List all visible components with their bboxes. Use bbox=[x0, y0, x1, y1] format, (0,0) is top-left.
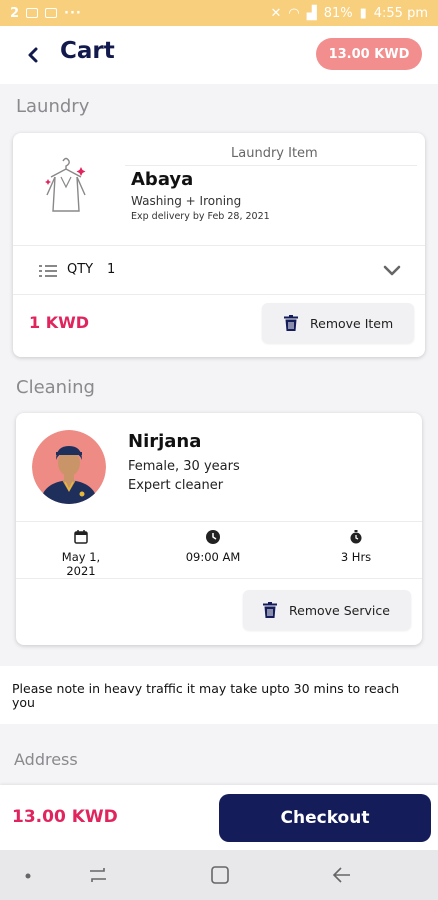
list-icon bbox=[39, 265, 57, 277]
laundry-section-title: Laundry bbox=[16, 96, 90, 117]
remove-item-button[interactable]: Remove Item bbox=[262, 303, 414, 343]
divider bbox=[125, 165, 417, 166]
clock-icon bbox=[206, 530, 220, 544]
address-section-title: Address bbox=[14, 750, 78, 769]
item-type-label: Laundry Item bbox=[231, 146, 318, 161]
schedule-time: 09:00 AM bbox=[178, 530, 248, 564]
footer-total: 13.00 KWD bbox=[12, 807, 118, 827]
trash-icon bbox=[263, 602, 277, 618]
stopwatch-icon bbox=[350, 530, 362, 544]
qty-value: 1 bbox=[107, 262, 116, 277]
item-name: Abaya bbox=[131, 169, 194, 190]
nav-dot-icon[interactable] bbox=[24, 872, 32, 880]
notification-count: 2 bbox=[10, 5, 20, 21]
trash-icon bbox=[284, 315, 298, 331]
calendar-icon bbox=[74, 530, 88, 544]
cleaner-name: Nirjana bbox=[128, 431, 202, 452]
cleaning-section-title: Cleaning bbox=[16, 377, 95, 398]
traffic-note: Please note in heavy traffic it may take… bbox=[0, 666, 438, 724]
schedule-date: May 1, 2021 bbox=[46, 530, 116, 578]
schedule-duration: 3 Hrs bbox=[321, 530, 391, 564]
item-price: 1 KWD bbox=[29, 313, 90, 332]
page-title: Cart bbox=[60, 38, 115, 64]
battery-percent: 81% bbox=[323, 5, 353, 21]
status-bar: 2 ··· ✕ ◠ ▟ 81% ▮ 4:55 pm bbox=[0, 0, 438, 26]
chevron-down-icon[interactable] bbox=[383, 265, 401, 277]
wifi-icon: ◠ bbox=[288, 5, 300, 21]
qty-label: QTY bbox=[67, 262, 94, 277]
battery-icon: ▮ bbox=[359, 5, 367, 21]
more-notifications-icon: ··· bbox=[64, 5, 82, 21]
nav-back-icon[interactable] bbox=[332, 866, 352, 884]
delivery-date: Exp delivery by Feb 28, 2021 bbox=[131, 211, 270, 222]
checkout-button[interactable]: Checkout bbox=[219, 794, 431, 842]
home-icon[interactable] bbox=[210, 865, 230, 885]
back-arrow-icon bbox=[28, 47, 38, 63]
cleaner-avatar bbox=[32, 430, 106, 504]
item-service: Washing + Ironing bbox=[131, 194, 242, 208]
image-icon bbox=[45, 8, 58, 18]
header: Cart 13.00 KWD bbox=[0, 26, 438, 84]
mail-icon bbox=[26, 8, 39, 18]
remove-service-button[interactable]: Remove Service bbox=[243, 590, 411, 630]
date-value: May 1, 2021 bbox=[61, 550, 101, 578]
duration-value: 3 Hrs bbox=[340, 550, 372, 564]
abaya-hanger-icon bbox=[45, 157, 86, 212]
quantity-selector[interactable]: QTY 1 bbox=[13, 245, 425, 295]
system-navigation-bar bbox=[0, 850, 438, 900]
clock: 4:55 pm bbox=[373, 5, 428, 21]
recent-apps-icon[interactable] bbox=[88, 866, 108, 884]
time-value: 09:00 AM bbox=[185, 550, 241, 564]
cleaner-role: Expert cleaner bbox=[128, 478, 224, 493]
remove-service-label: Remove Service bbox=[289, 602, 390, 618]
cleaning-service-card: Nirjana Female, 30 years Expert cleaner … bbox=[16, 413, 422, 645]
mute-icon: ✕ bbox=[270, 5, 282, 21]
remove-item-label: Remove Item bbox=[310, 315, 394, 331]
signal-icon: ▟ bbox=[306, 5, 317, 21]
back-button[interactable] bbox=[22, 42, 44, 68]
cleaner-info: Female, 30 years bbox=[128, 459, 240, 474]
schedule-row: May 1, 2021 09:00 AM 3 Hrs bbox=[16, 521, 422, 579]
cart-total-badge: 13.00 KWD bbox=[316, 38, 422, 70]
laundry-item-card: Laundry Item Abaya Washing + Ironing Exp… bbox=[13, 133, 425, 357]
checkout-bar: 13.00 KWD Checkout bbox=[0, 785, 438, 850]
